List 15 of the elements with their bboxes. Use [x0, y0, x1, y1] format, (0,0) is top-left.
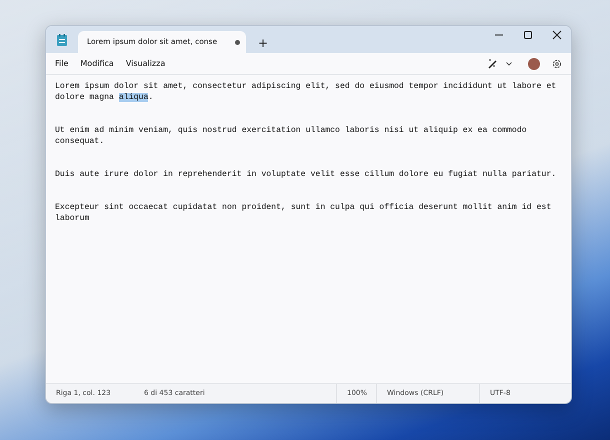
maximize-icon[interactable] — [522, 30, 532, 40]
avatar[interactable] — [528, 58, 540, 70]
paragraph: Lorem ipsum dolor sit amet, consectetur adipiscing elit, sed do eiusmod tempor incididunt ut labore et dolore magna aliqua. — [55, 81, 558, 103]
notepad-icon[interactable] — [57, 34, 67, 46]
paragraph: Excepteur sint occaecat cupidatat non proident, sunt in culpa qui officia deserunt mollit anim id est laborum — [55, 202, 552, 224]
menu-item[interactable]: File — [55, 58, 74, 70]
paragraph: Ut enim ad minim veniam, quis nostrud exercitation ullamco laboris nisi ut aliquip ex ea commodo consequat. — [55, 125, 528, 147]
close-icon[interactable] — [552, 30, 562, 40]
menu-item[interactable]: Visualizza — [120, 58, 172, 70]
menu-item[interactable]: Modifica — [74, 58, 120, 70]
paragraph: Duis aute irure dolor in reprehenderit in voluptate velit esse cillum dolore eu fugiat nulla pariatur. — [55, 169, 558, 180]
chevron-down-icon[interactable] — [506, 62, 512, 66]
pen-sparkle-icon[interactable] — [487, 58, 498, 69]
settings-icon[interactable] — [552, 58, 562, 68]
new-tab-button[interactable]: + — [254, 37, 272, 49]
